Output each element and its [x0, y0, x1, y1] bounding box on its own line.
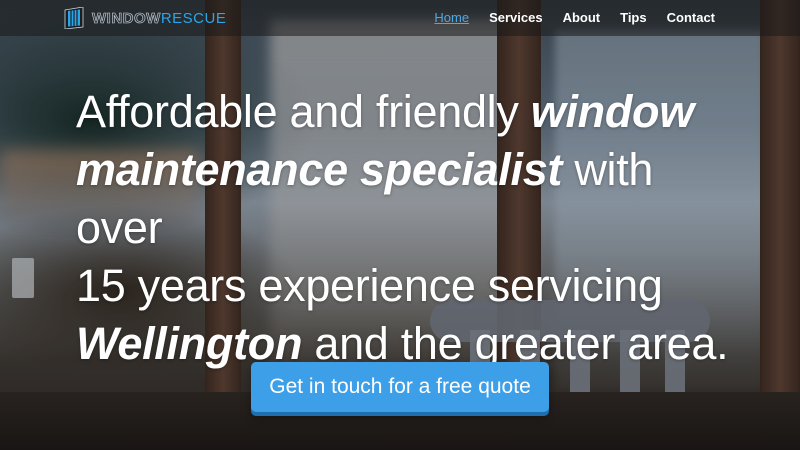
headline-line3: 15 years experience servicing	[76, 260, 663, 311]
nav-about[interactable]: About	[563, 10, 601, 25]
navbar: WINDOWRESCUE Home Services About Tips Co…	[0, 0, 800, 36]
brand-logo[interactable]: WINDOWRESCUE	[64, 7, 226, 29]
headline-line1-plain: Affordable and friendly	[76, 86, 531, 137]
hero-headline: Affordable and friendly window maintenanc…	[76, 83, 736, 373]
main-nav: Home Services About Tips Contact	[434, 0, 715, 36]
nav-tips[interactable]: Tips	[620, 10, 647, 25]
headline-line1-emphasis: window	[530, 86, 694, 137]
nav-contact[interactable]: Contact	[667, 10, 715, 25]
logo-text-rescue: RESCUE	[160, 9, 227, 27]
nav-services[interactable]: Services	[489, 10, 543, 25]
free-quote-button[interactable]: Get in touch for a free quote	[251, 362, 549, 412]
window-logo-icon	[64, 7, 84, 29]
nav-home[interactable]: Home	[434, 10, 469, 25]
logo-text-window: WINDOW	[92, 9, 161, 27]
headline-line2-emphasis: maintenance specialist	[76, 144, 563, 195]
hero-section: WINDOWRESCUE Home Services About Tips Co…	[0, 0, 800, 450]
